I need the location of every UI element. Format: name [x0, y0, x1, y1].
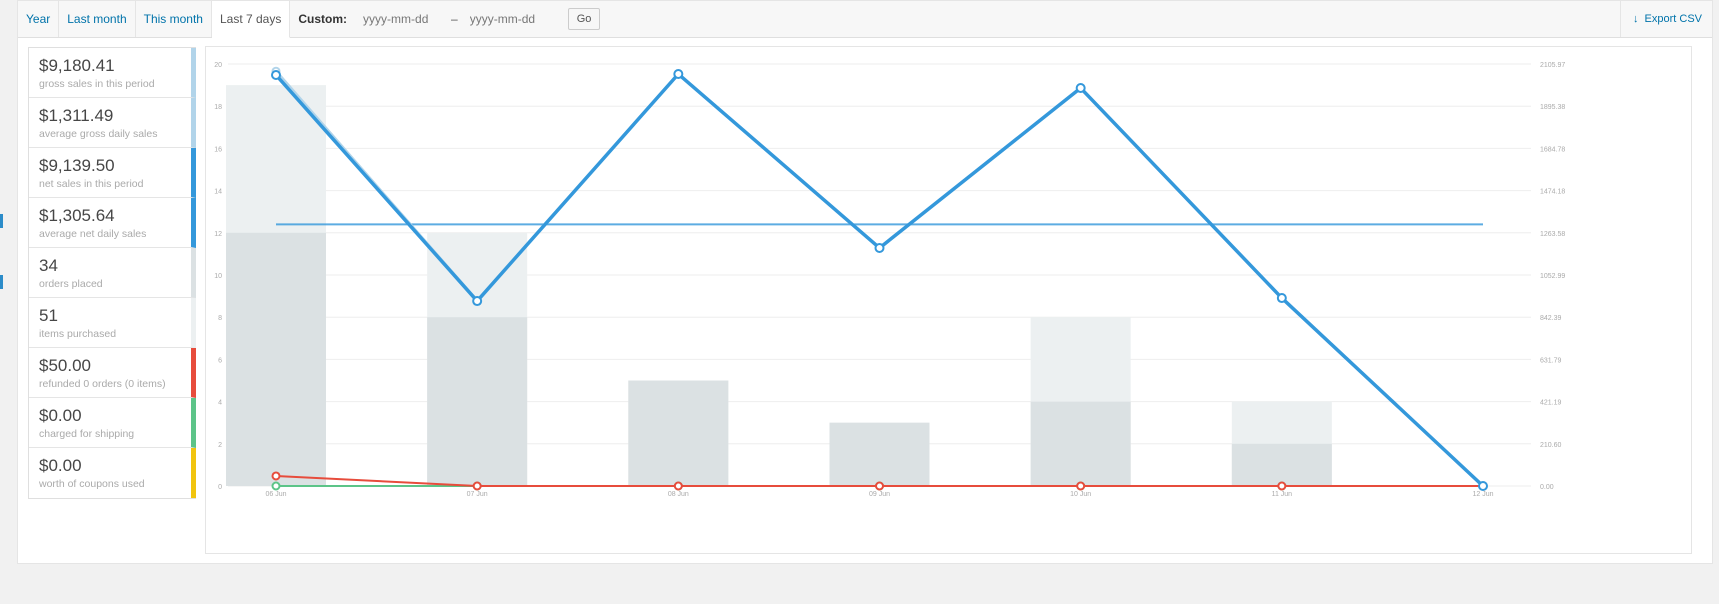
start-date-input[interactable] — [357, 8, 446, 30]
legend-refunded[interactable]: $50.00 refunded 0 orders (0 items) — [29, 348, 196, 398]
point-net-sales-amount — [1478, 481, 1488, 491]
right-axis-tick-label: 421.19 — [1540, 400, 1562, 407]
point-refund-amount — [673, 481, 683, 491]
legend-desc: gross sales in this period — [39, 78, 155, 90]
legend-desc: worth of coupons used — [39, 478, 145, 490]
legend-items-purchased[interactable]: 51 items purchased — [29, 298, 196, 348]
legend-value: $1,305.64 — [39, 206, 115, 225]
chart-legend: $9,180.41 gross sales in this period $1,… — [28, 47, 196, 499]
point-net-sales-amount — [271, 70, 281, 81]
left-axis-tick-label: 4 — [218, 400, 222, 407]
right-axis-tick-label: 1895.38 — [1540, 104, 1565, 111]
point-net-sales-amount — [673, 69, 684, 80]
right-axis-tick-label: 0.00 — [1540, 484, 1554, 491]
legend-value: $9,139.50 — [39, 156, 115, 175]
legend-desc: net sales in this period — [39, 178, 144, 190]
bar-number-of-orders — [829, 422, 930, 486]
point-refund-amount — [271, 471, 281, 481]
left-axis-tick-label: 2 — [218, 442, 222, 449]
sales-chart-svg: 0 2 4 6 8 10 12 14 16 18 20 0.00 210.60 421.19 631.79 8… — [214, 62, 1565, 498]
right-axis-tick-label: 1474.18 — [1540, 189, 1565, 196]
tab-this-month[interactable]: This month — [136, 1, 212, 37]
bar-number-of-orders — [1030, 401, 1131, 486]
left-axis-tick-label: 16 — [214, 146, 222, 153]
legend-value: $0.00 — [39, 406, 82, 425]
custom-range-form: Custom: – Go — [290, 1, 608, 37]
sidebar-edge-mark — [0, 214, 3, 228]
date-separator: – — [451, 12, 458, 26]
x-axis-tick-label: 10 Jun — [1070, 491, 1091, 498]
point-refund-amount — [1277, 481, 1287, 491]
point-net-sales-amount — [1075, 83, 1086, 94]
date-range-bar: Year Last month This month Last 7 days C… — [18, 1, 1712, 38]
admin-sidebar-edge — [0, 0, 17, 604]
x-axis-tick-label: 06 Jun — [265, 491, 286, 498]
legend-desc: average gross daily sales — [39, 128, 158, 140]
left-axis-tick-label: 14 — [214, 189, 222, 196]
point-net-sales-amount — [1276, 293, 1287, 304]
point-refund-amount — [875, 481, 884, 491]
legend-orders-placed[interactable]: 34 orders placed — [29, 248, 196, 298]
left-axis-tick-label: 18 — [214, 104, 222, 111]
right-axis-tick-label: 1263.58 — [1540, 231, 1565, 238]
tab-last-month[interactable]: Last month — [59, 1, 136, 37]
download-arrow-icon: ↓ — [1633, 13, 1639, 25]
legend-value: $0.00 — [39, 456, 82, 475]
left-axis-tick-label: 10 — [214, 273, 222, 280]
legend-desc: orders placed — [39, 278, 103, 290]
legend-gross-sales[interactable]: $9,180.41 gross sales in this period — [29, 48, 196, 98]
x-axis-tick-label: 12 Jun — [1472, 491, 1493, 498]
legend-shipping[interactable]: $0.00 charged for shipping — [29, 398, 196, 448]
end-date-input[interactable] — [463, 8, 552, 30]
x-axis-tick-label: 09 Jun — [869, 491, 890, 498]
left-axis-tick-label: 0 — [218, 484, 222, 491]
bar-number-of-orders — [226, 232, 326, 486]
legend-value: 34 — [39, 256, 58, 275]
legend-desc: items purchased — [39, 328, 117, 340]
bar-number-of-orders — [628, 380, 729, 486]
tab-year[interactable]: Year — [18, 1, 60, 37]
right-axis-tick-label: 842.39 — [1540, 315, 1562, 322]
point-net-sales-amount — [472, 296, 483, 307]
export-csv-button[interactable]: ↓ Export CSV — [1620, 1, 1712, 37]
sales-chart: 0 2 4 6 8 10 12 14 16 18 20 0.00 210.60 421.19 631.79 8… — [205, 46, 1692, 554]
right-axis-tick-label: 1684.78 — [1540, 146, 1565, 153]
custom-range-label: Custom: — [298, 12, 348, 26]
tab-last-7-days[interactable]: Last 7 days — [211, 1, 291, 38]
point-shipping-amount — [271, 481, 281, 491]
right-axis-tick-label: 210.60 — [1540, 442, 1562, 449]
right-axis-tick-label: 2105.97 — [1540, 62, 1565, 69]
bar-number-of-orders — [1231, 443, 1332, 486]
legend-average-net-sales[interactable]: $1,305.64 average net daily sales — [29, 198, 196, 248]
x-axis-tick-label: 07 Jun — [467, 491, 488, 498]
legend-value: $9,180.41 — [39, 56, 115, 75]
x-axis-tick-label: 11 Jun — [1272, 491, 1293, 498]
legend-average-gross-sales[interactable]: $1,311.49 average gross daily sales — [29, 98, 196, 148]
x-axis-tick-label: 08 Jun — [668, 491, 689, 498]
point-refund-amount — [472, 481, 482, 491]
left-axis-tick-label: 6 — [218, 357, 222, 364]
go-button[interactable]: Go — [567, 8, 601, 30]
right-axis-tick-label: 1052.99 — [1540, 273, 1565, 280]
bar-number-of-orders — [427, 317, 528, 486]
legend-desc: average net daily sales — [39, 228, 147, 240]
export-csv-label: Export CSV — [1644, 13, 1702, 25]
legend-coupons[interactable]: $0.00 worth of coupons used — [29, 448, 196, 498]
left-axis-tick-label: 20 — [214, 62, 222, 69]
legend-value: 51 — [39, 306, 58, 325]
legend-desc: charged for shipping — [39, 428, 135, 440]
legend-value: $50.00 — [39, 356, 91, 375]
right-axis-tick-label: 631.79 — [1540, 357, 1562, 364]
left-axis-tick-label: 8 — [218, 315, 222, 322]
left-axis-tick-label: 12 — [214, 231, 222, 238]
point-net-sales-amount — [874, 242, 885, 253]
sidebar-edge-mark — [0, 275, 3, 289]
legend-net-sales[interactable]: $9,139.50 net sales in this period — [29, 148, 196, 198]
point-refund-amount — [1076, 481, 1086, 491]
legend-desc: refunded 0 orders (0 items) — [39, 378, 166, 390]
legend-value: $1,311.49 — [39, 106, 114, 125]
sales-report-panel: Year Last month This month Last 7 days C… — [17, 0, 1713, 564]
